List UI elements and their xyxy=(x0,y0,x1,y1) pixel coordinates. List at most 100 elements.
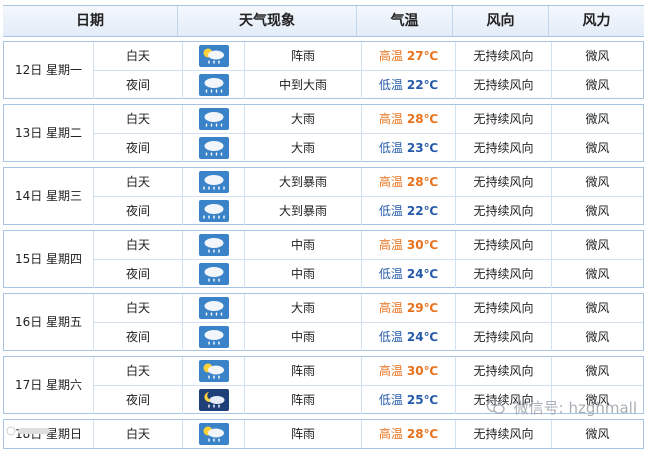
temperature-cell: 低温 22℃ xyxy=(361,71,455,99)
condition-cell: 阵雨 xyxy=(244,357,361,385)
day-period-row: 白天 阵雨 高温 27℃ 无持续风向 微风 xyxy=(93,42,643,70)
wind-force-cell: 微风 xyxy=(551,105,643,133)
night-period-row: 夜间 中到大雨 低温 22℃ 无持续风向 微风 xyxy=(93,70,643,99)
night-period-row: 夜间 中雨 低温 24℃ 无持续风向 微风 xyxy=(93,259,643,288)
night-period-row: 夜间 大雨 低温 23℃ 无持续风向 微风 xyxy=(93,133,643,162)
condition-cell: 大雨 xyxy=(244,105,361,133)
wind-direction-cell: 无持续风向 xyxy=(455,197,551,225)
day-period-row: 白天 中雨 高温 30℃ 无持续风向 微风 xyxy=(93,231,643,259)
temp-value: 24℃ xyxy=(406,267,439,281)
temp-label: 高温 xyxy=(378,238,403,252)
condition-cell: 阵雨 xyxy=(244,420,361,448)
wind-direction-cell: 无持续风向 xyxy=(455,134,551,162)
period-cell: 白天 xyxy=(93,168,182,196)
wind-force-cell: 微风 xyxy=(551,323,643,351)
weather-icon-cell xyxy=(182,134,244,162)
sun-shower-icon xyxy=(198,423,229,448)
wind-force-cell: 微风 xyxy=(551,134,643,162)
period-cell: 夜间 xyxy=(93,323,182,351)
condition-cell: 大到暴雨 xyxy=(244,168,361,196)
temp-value: 22℃ xyxy=(406,78,439,92)
temp-value: 30℃ xyxy=(406,238,439,252)
wind-direction-cell: 无持续风向 xyxy=(455,294,551,322)
condition-cell: 中雨 xyxy=(244,323,361,351)
wind-direction-cell: 无持续风向 xyxy=(455,105,551,133)
temp-label: 高温 xyxy=(378,427,403,441)
weather-icon-cell xyxy=(182,323,244,351)
weather-icon-cell xyxy=(182,357,244,385)
weather-icon-cell xyxy=(182,105,244,133)
table-header: 日期 天气现象 气温 风向 风力 xyxy=(3,5,644,37)
period-cell: 夜间 xyxy=(93,134,182,162)
condition-cell: 中到大雨 xyxy=(244,71,361,99)
weather-icon-cell xyxy=(182,386,244,414)
wind-force-cell: 微风 xyxy=(551,357,643,385)
watermark-text: 微信号: hzghmall xyxy=(513,399,637,417)
period-cell: 白天 xyxy=(93,357,182,385)
weather-icon-cell xyxy=(182,197,244,225)
temp-label: 高温 xyxy=(378,301,403,315)
header-date: 日期 xyxy=(76,13,104,29)
moderate-rain-icon xyxy=(198,263,229,288)
temp-label: 低温 xyxy=(378,330,403,344)
corner-logo-mark xyxy=(6,425,52,440)
day-group: 13日 星期二 白天 大雨 高温 28℃ 无持续风向 微风 夜间 大雨 低温 23℃ 无持续风向 微风 xyxy=(3,104,644,162)
period-cell: 夜间 xyxy=(93,386,182,414)
condition-cell: 大雨 xyxy=(244,134,361,162)
date-cell: 16日 星期五 xyxy=(4,294,93,350)
temperature-cell: 低温 22℃ xyxy=(361,197,455,225)
period-cell: 白天 xyxy=(93,231,182,259)
wechat-icon xyxy=(486,399,505,419)
temp-label: 高温 xyxy=(378,175,403,189)
temp-label: 高温 xyxy=(378,364,403,378)
wind-force-cell: 微风 xyxy=(551,294,643,322)
weather-icon-cell xyxy=(182,168,244,196)
weather-icon-cell xyxy=(182,260,244,288)
temperature-cell: 低温 24℃ xyxy=(361,260,455,288)
wind-force-cell: 微风 xyxy=(551,71,643,99)
header-wind-direction: 风向 xyxy=(452,6,548,36)
temp-value: 27℃ xyxy=(406,49,439,63)
date-cell: 13日 星期二 xyxy=(4,105,93,161)
temperature-cell: 低温 24℃ xyxy=(361,323,455,351)
wind-direction-cell: 无持续风向 xyxy=(455,420,551,448)
day-period-row: 白天 大雨 高温 28℃ 无持续风向 微风 xyxy=(93,105,643,133)
period-cell: 白天 xyxy=(93,105,182,133)
temp-value: 24℃ xyxy=(406,330,439,344)
wind-direction-cell: 无持续风向 xyxy=(455,42,551,70)
day-period-row: 白天 阵雨 高温 30℃ 无持续风向 微风 xyxy=(93,357,643,385)
rainstorm-icon xyxy=(198,171,229,196)
condition-cell: 阵雨 xyxy=(244,42,361,70)
night-shower-icon xyxy=(198,389,229,414)
temp-label: 低温 xyxy=(378,393,403,407)
period-cell: 白天 xyxy=(93,42,182,70)
temperature-cell: 高温 28℃ xyxy=(361,105,455,133)
day-group: 14日 星期三 白天 大到暴雨 高温 28℃ 无持续风向 微风 夜间 大到暴雨 低温 22℃ 无持续风… xyxy=(3,167,644,225)
date-cell: 14日 星期三 xyxy=(4,168,93,224)
temp-label: 低温 xyxy=(378,204,403,218)
temp-value: 25℃ xyxy=(406,393,439,407)
wind-direction-cell: 无持续风向 xyxy=(455,323,551,351)
temp-value: 28℃ xyxy=(406,175,439,189)
day-group: 15日 星期四 白天 中雨 高温 30℃ 无持续风向 微风 夜间 中雨 低温 24℃ 无持续风向 微风 xyxy=(3,230,644,288)
period-cell: 夜间 xyxy=(93,197,182,225)
temperature-cell: 高温 28℃ xyxy=(361,420,455,448)
day-period-row: 白天 大雨 高温 29℃ 无持续风向 微风 xyxy=(93,294,643,322)
header-weather: 天气现象 xyxy=(177,6,356,36)
date-cell: 15日 星期四 xyxy=(4,231,93,287)
period-cell: 白天 xyxy=(93,420,182,448)
temperature-cell: 高温 30℃ xyxy=(361,357,455,385)
wind-force-cell: 微风 xyxy=(551,42,643,70)
wind-force-cell: 微风 xyxy=(551,260,643,288)
temp-label: 低温 xyxy=(378,78,403,92)
wind-force-cell: 微风 xyxy=(551,168,643,196)
header-temperature: 气温 xyxy=(356,6,452,36)
day-period-row: 白天 阵雨 高温 28℃ 无持续风向 微风 xyxy=(93,420,643,448)
sun-shower-icon xyxy=(198,360,229,385)
condition-cell: 阵雨 xyxy=(244,386,361,414)
wind-force-cell: 微风 xyxy=(551,231,643,259)
weather-icon-cell xyxy=(182,420,244,448)
heavy-rain-icon xyxy=(198,108,229,133)
moderate-rain-icon xyxy=(198,234,229,259)
condition-cell: 中雨 xyxy=(244,231,361,259)
